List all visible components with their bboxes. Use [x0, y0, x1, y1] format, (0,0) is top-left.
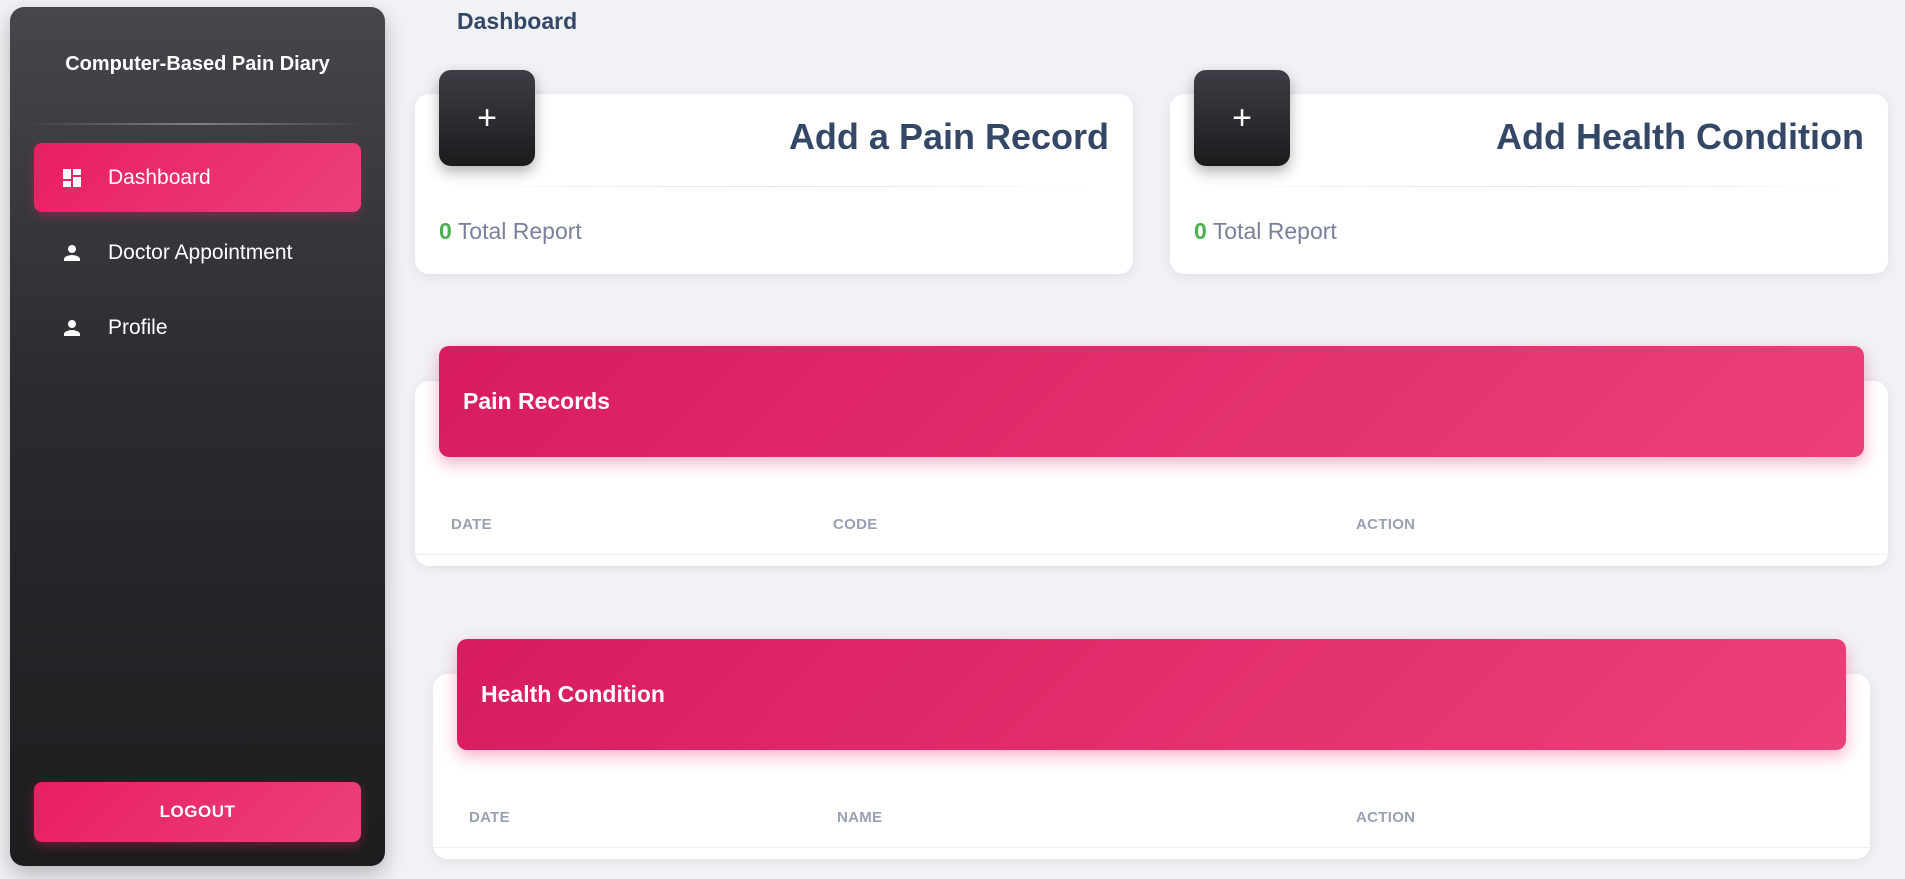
column-header-date: DATE: [469, 809, 510, 826]
add-pain-record-button[interactable]: +: [439, 70, 535, 166]
sidebar-item-label: Profile: [108, 315, 168, 339]
sidebar-item-doctor-appointment[interactable]: Doctor Appointment: [34, 218, 361, 287]
column-header-action: ACTION: [1356, 809, 1416, 826]
pain-records-header: Pain Records: [439, 346, 1864, 457]
table-divider: [433, 847, 1870, 848]
table-divider: [415, 554, 1888, 555]
sidebar-item-label: Doctor Appointment: [108, 240, 293, 264]
card-footer: 0 Total Report: [439, 218, 582, 245]
sidebar: Computer-Based Pain Diary Dashboard Doct…: [10, 7, 385, 866]
column-header-action: ACTION: [1356, 516, 1416, 533]
pain-record-card: + Add a Pain Record 0 Total Report: [415, 70, 1133, 274]
report-label: Total Report: [1212, 218, 1337, 244]
sidebar-item-label: Dashboard: [108, 165, 211, 189]
page-title: Dashboard: [457, 8, 578, 34]
health-condition-header: Health Condition: [457, 639, 1846, 750]
column-header-code: CODE: [833, 516, 878, 533]
report-label: Total Report: [457, 218, 582, 244]
report-count: 0: [1194, 218, 1207, 244]
brand-title: Computer-Based Pain Diary: [65, 53, 330, 75]
card-title: Add Health Condition: [1496, 116, 1864, 157]
person-icon: [58, 314, 86, 342]
card-footer: 0 Total Report: [1194, 218, 1337, 245]
card-title: Add a Pain Record: [788, 116, 1109, 157]
brand-divider: [28, 123, 367, 125]
column-header-date: DATE: [451, 516, 492, 533]
report-count: 0: [439, 218, 452, 244]
sidebar-item-profile[interactable]: Profile: [34, 293, 361, 362]
card-divider: [1194, 186, 1864, 187]
logout-button[interactable]: LOGOUT: [34, 782, 361, 842]
person-icon: [58, 239, 86, 267]
column-header-name: NAME: [837, 809, 883, 826]
dashboard-icon: [58, 164, 86, 192]
sidebar-item-dashboard[interactable]: Dashboard: [34, 143, 361, 212]
card-divider: [439, 186, 1109, 187]
health-condition-card: + Add Health Condition 0 Total Report: [1170, 70, 1888, 274]
add-health-condition-button[interactable]: +: [1194, 70, 1290, 166]
